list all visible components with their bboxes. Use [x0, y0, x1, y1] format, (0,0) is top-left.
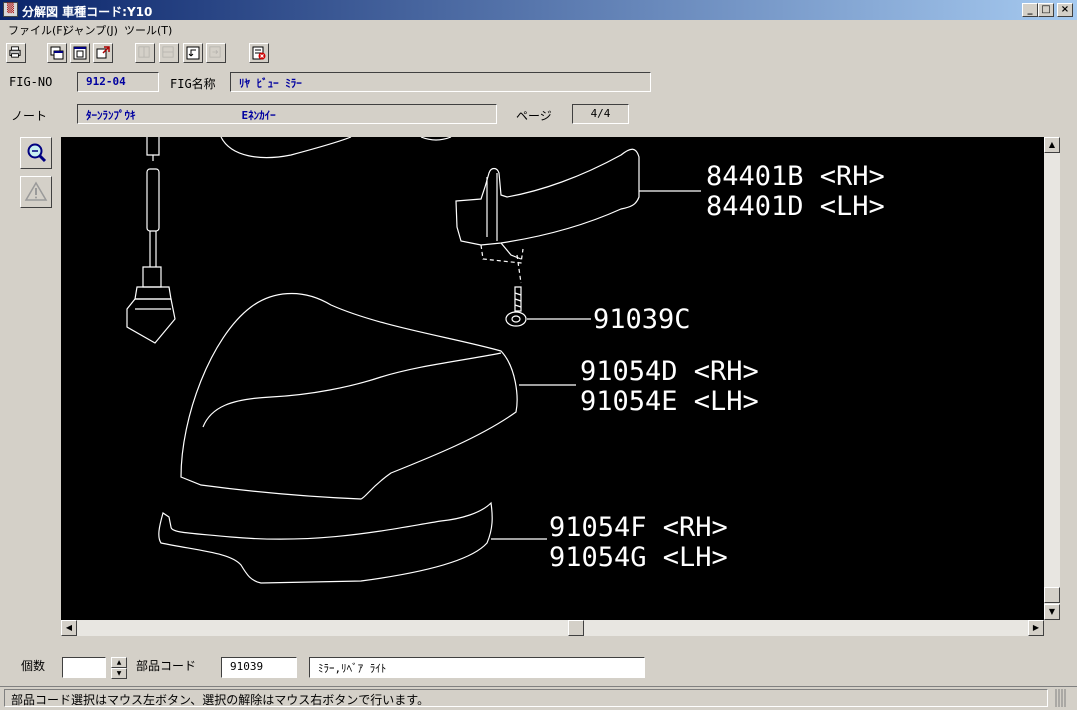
tile-3-icon	[186, 46, 200, 60]
warning-button[interactable]	[20, 176, 52, 208]
tile-3-button[interactable]	[183, 43, 203, 63]
vertical-scroll-thumb[interactable]	[1044, 587, 1060, 603]
page-field: 4/4	[572, 104, 629, 124]
window-title: 分解図 車種コード:Y10	[22, 5, 153, 19]
tile-1-icon	[138, 46, 150, 58]
mirror-base-drawing	[220, 137, 352, 159]
close-button[interactable]: ×	[1057, 3, 1073, 17]
fig-no-label: FIG-NO	[9, 75, 53, 89]
zoom-button[interactable]	[20, 137, 52, 169]
quantity-up-button[interactable]: ▲	[111, 657, 127, 668]
print-button[interactable]	[6, 43, 26, 63]
lower-cover-drawing	[158, 501, 493, 584]
print-icon	[9, 46, 21, 58]
part-code-field: 91039	[221, 657, 297, 678]
vertical-scrollbar[interactable]: ▲ ▼	[1044, 137, 1060, 620]
page-label: ページ	[516, 109, 552, 123]
callout-91054-rh[interactable]: 91054D <RH>	[580, 356, 759, 387]
scroll-right-button[interactable]: ▶	[1028, 620, 1044, 636]
menu-bar: ファイル(F) ジャンプ(J) ツール(T)	[0, 20, 1077, 38]
screw-drawing	[505, 286, 527, 327]
quantity-down-button[interactable]: ▼	[111, 668, 127, 679]
turn-lamp-drawing	[455, 148, 640, 284]
fig-name-field: ﾘﾔ ﾋﾞｭｰ ﾐﾗｰ	[230, 72, 651, 92]
menu-file[interactable]: ファイル(F)	[8, 22, 67, 38]
window-2-icon	[73, 46, 87, 60]
tile-4-button[interactable]	[206, 43, 226, 63]
callout-84401-lh[interactable]: 84401D <LH>	[706, 191, 885, 222]
exit-button[interactable]	[249, 43, 269, 63]
callout-84401-rh[interactable]: 84401B <RH>	[706, 161, 885, 192]
status-text: 部品コード選択はマウス左ボタン、選択の解除はマウス右ボタンで行います。	[4, 689, 1048, 707]
minimize-button[interactable]: _	[1022, 3, 1038, 17]
fig-name-label: FIG名称	[170, 77, 216, 91]
fig-no-field: 912-04	[77, 72, 159, 92]
resize-grip-icon	[1055, 689, 1066, 707]
app-icon[interactable]: ▒	[3, 2, 18, 17]
tile-1-button[interactable]	[135, 43, 155, 63]
resize-grip[interactable]	[1052, 689, 1072, 707]
status-bar: 部品コード選択はマウス左ボタン、選択の解除はマウス右ボタンで行います。	[0, 686, 1077, 709]
scroll-down-button[interactable]: ▼	[1044, 604, 1060, 620]
exit-icon	[252, 46, 266, 60]
mirror-cover-drawing	[180, 293, 518, 500]
title-bar: ▒ 分解図 車種コード:Y10 _ □ ×	[0, 0, 1077, 20]
callout-91054-lh[interactable]: 91054E <LH>	[580, 386, 759, 417]
tile-2-button[interactable]	[159, 43, 179, 63]
tile-4-icon	[209, 46, 221, 58]
quantity-label: 個数	[21, 659, 46, 673]
part-name-field: ﾐﾗｰ,ﾘﾍﾞｱ ﾗｲﾄ	[309, 657, 645, 678]
note-field: ﾀｰﾝﾗﾝﾌﾟｳｷ Eﾈﾝｶｲｰ	[77, 104, 497, 124]
callout-91039c[interactable]: 91039C	[593, 304, 691, 335]
maximize-button[interactable]: □	[1038, 3, 1054, 17]
callout-91054f-rh[interactable]: 91054F <RH>	[549, 512, 728, 543]
horizontal-scroll-thumb[interactable]	[568, 620, 584, 636]
quantity-input[interactable]	[62, 657, 106, 678]
warning-icon	[24, 181, 48, 201]
tile-2-icon	[162, 46, 174, 58]
quantity-spinner[interactable]: ▲ ▼	[111, 657, 127, 679]
callout-91054g-lh[interactable]: 91054G <LH>	[549, 542, 728, 573]
part-code-label: 部品コード	[136, 659, 197, 673]
scroll-left-button[interactable]: ◀	[61, 620, 77, 636]
menu-tools[interactable]: ツール(T)	[124, 22, 172, 38]
harness-drawing	[126, 137, 176, 344]
window-3-button[interactable]	[93, 43, 113, 63]
parts-diagram: 84401B <RH> 84401D <LH> 91039C 91054D <R…	[126, 137, 885, 584]
menu-jump[interactable]: ジャンプ(J)	[63, 22, 118, 38]
window-1-icon	[50, 46, 64, 60]
window-3-icon	[96, 46, 110, 59]
horizontal-scrollbar[interactable]: ◀ ▶	[61, 620, 1044, 636]
zoom-icon	[27, 143, 47, 163]
scroll-up-button[interactable]: ▲	[1044, 137, 1060, 153]
window-1-button[interactable]	[47, 43, 67, 63]
window-2-button[interactable]	[70, 43, 90, 63]
note-label: ノート	[11, 109, 48, 123]
diagram-canvas[interactable]: 84401B <RH> 84401D <LH> 91039C 91054D <R…	[61, 137, 1044, 620]
